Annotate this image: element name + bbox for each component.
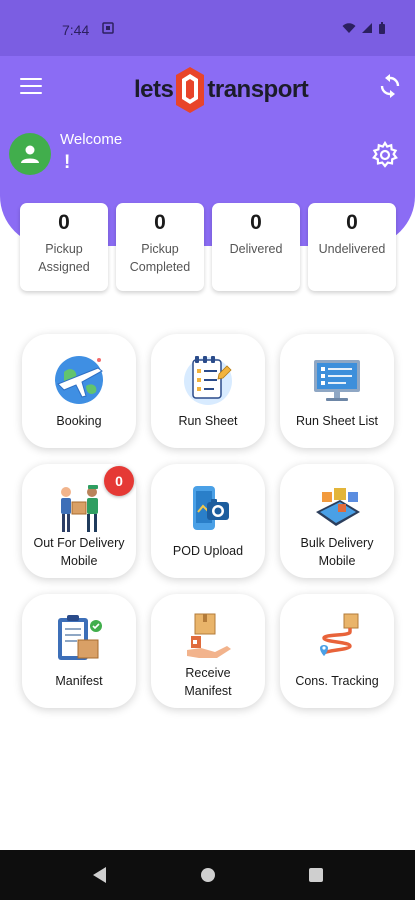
stat-undelivered[interactable]: 0 Undelivered (308, 203, 396, 291)
home-icon[interactable] (198, 865, 218, 885)
logo-hexagon-icon (176, 67, 205, 113)
stat-label: Pickup (141, 242, 179, 256)
stat-value: 0 (154, 211, 166, 234)
monitor-checklist-icon (314, 360, 360, 401)
tile-manifest[interactable]: Manifest (22, 594, 136, 708)
wifi-icon (342, 23, 356, 33)
recents-icon[interactable] (306, 865, 326, 885)
stats-row: 0 Pickup Assigned 0 Pickup Completed 0 D… (20, 203, 400, 291)
stat-label: Delivered (229, 242, 283, 256)
stat-label: Completed (129, 260, 191, 274)
user-name: ! (64, 152, 71, 173)
tile-bulk-delivery[interactable]: Bulk Delivery Mobile (280, 464, 394, 578)
tile-label: Receive (185, 666, 231, 680)
avatar[interactable] (9, 133, 51, 175)
system-nav-bar (0, 850, 415, 900)
notepad-pencil-icon (184, 356, 232, 405)
route-pin-icon (320, 613, 359, 656)
tile-pod-upload[interactable]: POD Upload (151, 464, 265, 578)
hand-box-icon (187, 613, 231, 658)
logo-text-left: lets (134, 76, 174, 103)
person-icon (21, 145, 39, 163)
tile-label: Out For Delivery (33, 536, 125, 550)
tile-booking[interactable]: Booking (22, 334, 136, 448)
status-bar: 7:44 (0, 0, 415, 56)
tile-label: Run Sheet (178, 414, 238, 428)
tile-run-sheet[interactable]: Run Sheet (151, 334, 265, 448)
logo-text-right: transport (207, 76, 309, 103)
tile-label: Mobile (60, 554, 98, 568)
stat-label: Undelivered (318, 242, 386, 256)
gear-icon[interactable] (371, 141, 399, 169)
clipboard-box-icon (58, 615, 102, 660)
status-time: 7:44 (62, 22, 90, 38)
tile-label: Mobile (318, 554, 356, 568)
cell-signal-icon (362, 23, 372, 33)
stat-delivered[interactable]: 0 Delivered (212, 203, 300, 291)
globe-plane-icon (55, 356, 103, 404)
refresh-icon[interactable] (378, 74, 402, 98)
app-logo: lets transport (134, 65, 309, 115)
tile-label: Cons. Tracking (295, 674, 379, 688)
stat-value: 0 (250, 211, 262, 234)
tablet-boxes-icon (316, 488, 360, 526)
menu-icon[interactable] (20, 78, 42, 94)
tile-label: Bulk Delivery (300, 536, 374, 550)
tile-label: Manifest (184, 684, 232, 698)
tile-run-sheet-list[interactable]: Run Sheet List (280, 334, 394, 448)
stat-value: 0 (58, 211, 70, 234)
tile-cons-tracking[interactable]: Cons. Tracking (280, 594, 394, 708)
tile-label: Run Sheet List (296, 414, 378, 428)
tile-label: Manifest (55, 674, 103, 688)
stat-pickup-completed[interactable]: 0 Pickup Completed (116, 203, 204, 291)
phone-camera-icon (193, 486, 229, 530)
battery-icon (379, 22, 385, 34)
stat-value: 0 (346, 211, 358, 234)
tile-label: Booking (56, 414, 102, 428)
stat-label: Assigned (38, 260, 90, 274)
tile-label: POD Upload (172, 544, 244, 558)
back-icon[interactable] (90, 865, 110, 885)
welcome-label: Welcome (60, 131, 123, 148)
delivery-men-icon (61, 485, 98, 532)
notification-icon (102, 22, 114, 34)
stat-label: Pickup (45, 242, 83, 256)
tile-receive-manifest[interactable]: Receive Manifest (151, 594, 265, 708)
stat-pickup-assigned[interactable]: 0 Pickup Assigned (20, 203, 108, 291)
notification-badge: 0 (104, 466, 134, 496)
